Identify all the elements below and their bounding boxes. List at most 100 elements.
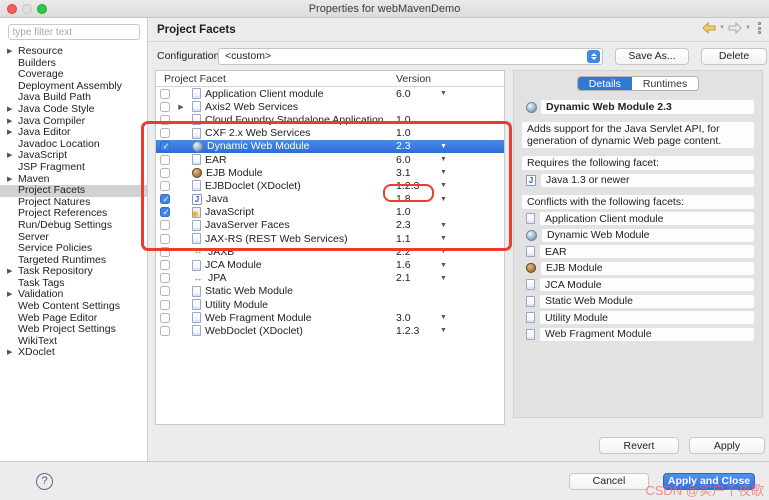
close-window-button[interactable] [7,4,17,14]
facet-version: 1.2.3 [396,180,419,192]
version-dropdown-icon[interactable]: ▼ [440,314,447,321]
facet-row-javaserver-faces[interactable]: JavaServer Faces2.3▼ [156,219,504,232]
version-dropdown-icon[interactable]: ▼ [440,248,447,255]
version-dropdown-icon[interactable]: ▼ [440,327,447,334]
expand-arrow-icon[interactable]: ▶ [7,46,12,58]
forward-icon[interactable] [728,22,742,34]
facet-checkbox[interactable] [160,220,170,230]
sidebar-item-xdoclet[interactable]: ▶XDoclet [0,347,147,359]
facet-checkbox[interactable] [160,168,170,178]
facet-checkbox[interactable] [160,247,170,257]
facet-checkbox[interactable] [160,326,170,336]
facet-checkbox-checked[interactable] [160,141,170,151]
facet-checkbox[interactable] [160,128,170,138]
facet-row-webdoclet-xdoclet-[interactable]: WebDoclet (XDoclet)1.2.3▼ [156,324,504,337]
expand-arrow-icon[interactable]: ▶ [7,174,12,186]
version-dropdown-icon[interactable]: ▼ [440,275,447,282]
facet-row-jaxb[interactable]: JAXB2.2▼ [156,245,504,258]
apply-button[interactable]: Apply [689,437,765,454]
expand-arrow-icon[interactable]: ▶ [7,289,12,301]
expand-arrow-icon[interactable]: ▶ [7,347,12,359]
expand-arrow-icon[interactable]: ▶ [7,266,12,278]
ejb-facet-icon [526,263,536,273]
facet-label: JCA Module [205,259,262,271]
facet-row-jax-rs-rest-web-services-[interactable]: JAX-RS (REST Web Services)1.1▼ [156,232,504,245]
facet-row-jpa[interactable]: JPA2.1▼ [156,272,504,285]
facet-checkbox[interactable] [160,89,170,99]
expand-arrow-icon[interactable]: ▶ [7,150,12,162]
facet-row-cxf-2-x-web-services[interactable]: CXF 2.x Web Services1.0 [156,127,504,140]
version-dropdown-icon[interactable]: ▼ [440,235,447,242]
facet-version: 1.0 [396,114,411,126]
expand-arrow-icon[interactable]: ▶ [7,104,12,116]
conflicts-item-label: Application Client module [540,212,754,225]
apply-and-close-button[interactable]: Apply and Close [663,473,755,490]
facet-checkbox[interactable] [160,115,170,125]
version-dropdown-icon[interactable]: ▼ [440,90,447,97]
help-button[interactable]: ? [36,473,53,490]
facet-checkbox-checked[interactable] [160,194,170,204]
facet-checkbox[interactable] [160,313,170,323]
facet-row-java[interactable]: Java1.8▼ [156,193,504,206]
facet-row-javascript[interactable]: JavaScript1.0 [156,206,504,219]
configuration-select[interactable]: <custom> [218,48,603,65]
facet-row-jca-module[interactable]: JCA Module1.6▼ [156,258,504,271]
version-dropdown-icon[interactable]: ▼ [440,196,447,203]
facet-row-utility-module[interactable]: Utility Module [156,298,504,311]
facet-checkbox[interactable] [160,273,170,283]
filter-input[interactable] [8,24,140,40]
facet-checkbox[interactable] [160,102,170,112]
facet-checkbox[interactable] [160,260,170,270]
conflicts-item-utility-module: Utility Module [526,311,754,324]
facet-row-ear[interactable]: EAR6.0▼ [156,153,504,166]
facet-row-application-client-module[interactable]: Application Client module6.0▼ [156,87,504,100]
facet-version: 1.8 [396,193,411,205]
revert-button[interactable]: Revert [599,437,679,454]
properties-dialog: Properties for webMavenDemo ▶ResourceBui… [0,0,769,500]
version-dropdown-icon[interactable]: ▼ [440,156,447,163]
facet-checkbox[interactable] [160,286,170,296]
view-menu-icon[interactable] [758,22,761,34]
facet-checkbox[interactable] [160,181,170,191]
facet-row-static-web-module[interactable]: Static Web Module [156,285,504,298]
save-as-button[interactable]: Save As... [615,48,689,65]
facet-row-ejbdoclet-xdoclet-[interactable]: EJBDoclet (XDoclet)1.2.3▼ [156,179,504,192]
facet-row-dynamic-web-module[interactable]: Dynamic Web Module2.3▼ [156,140,504,153]
back-icon[interactable] [702,22,716,34]
zoom-window-button[interactable] [37,4,47,14]
tab-runtimes[interactable]: Runtimes [632,77,698,90]
forward-dropdown-icon[interactable]: ▼ [745,25,751,31]
doc-facet-icon [192,114,201,125]
version-dropdown-icon[interactable]: ▼ [440,143,447,150]
details-tabs: DetailsRuntimes [577,76,699,91]
facet-label: Axis2 Web Services [205,101,298,113]
facet-row-axis2-web-services[interactable]: ▶ Axis2 Web Services [156,100,504,113]
facet-checkbox[interactable] [160,300,170,310]
sidebar-item-label: Task Repository [18,265,93,277]
expand-arrow-icon[interactable]: ▶ [7,127,12,139]
version-dropdown-icon[interactable]: ▼ [440,182,447,189]
version-dropdown-icon[interactable]: ▼ [440,262,447,269]
preferences-tree: ▶ResourceBuildersCoverageDeployment Asse… [0,46,147,359]
expand-arrow-icon[interactable]: ▶ [174,103,188,111]
facet-label: JAX-RS (REST Web Services) [205,233,348,245]
version-dropdown-icon[interactable]: ▼ [440,222,447,229]
delete-button[interactable]: Delete [701,48,767,65]
column-version: Version [396,73,431,85]
conflicts-item-label: Static Web Module [540,295,754,308]
sidebar-item-label: Project Facets [18,184,85,196]
facet-row-cloud-foundry-standalone-application[interactable]: Cloud Foundry Standalone Application1.0 [156,113,504,126]
version-dropdown-icon[interactable]: ▼ [440,169,447,176]
tab-details[interactable]: Details [578,77,632,90]
facet-version: 6.0 [396,154,411,166]
facet-row-ejb-module[interactable]: EJB Module3.1▼ [156,166,504,179]
minimize-window-button[interactable] [22,4,32,14]
back-dropdown-icon[interactable]: ▼ [719,25,725,31]
facet-row-web-fragment-module[interactable]: Web Fragment Module3.0▼ [156,311,504,324]
facet-checkbox-checked[interactable] [160,207,170,217]
cancel-button[interactable]: Cancel [569,473,649,490]
expand-arrow-icon[interactable]: ▶ [7,116,12,128]
facet-checkbox[interactable] [160,234,170,244]
facet-checkbox[interactable] [160,155,170,165]
facet-label: JPA [208,272,226,284]
